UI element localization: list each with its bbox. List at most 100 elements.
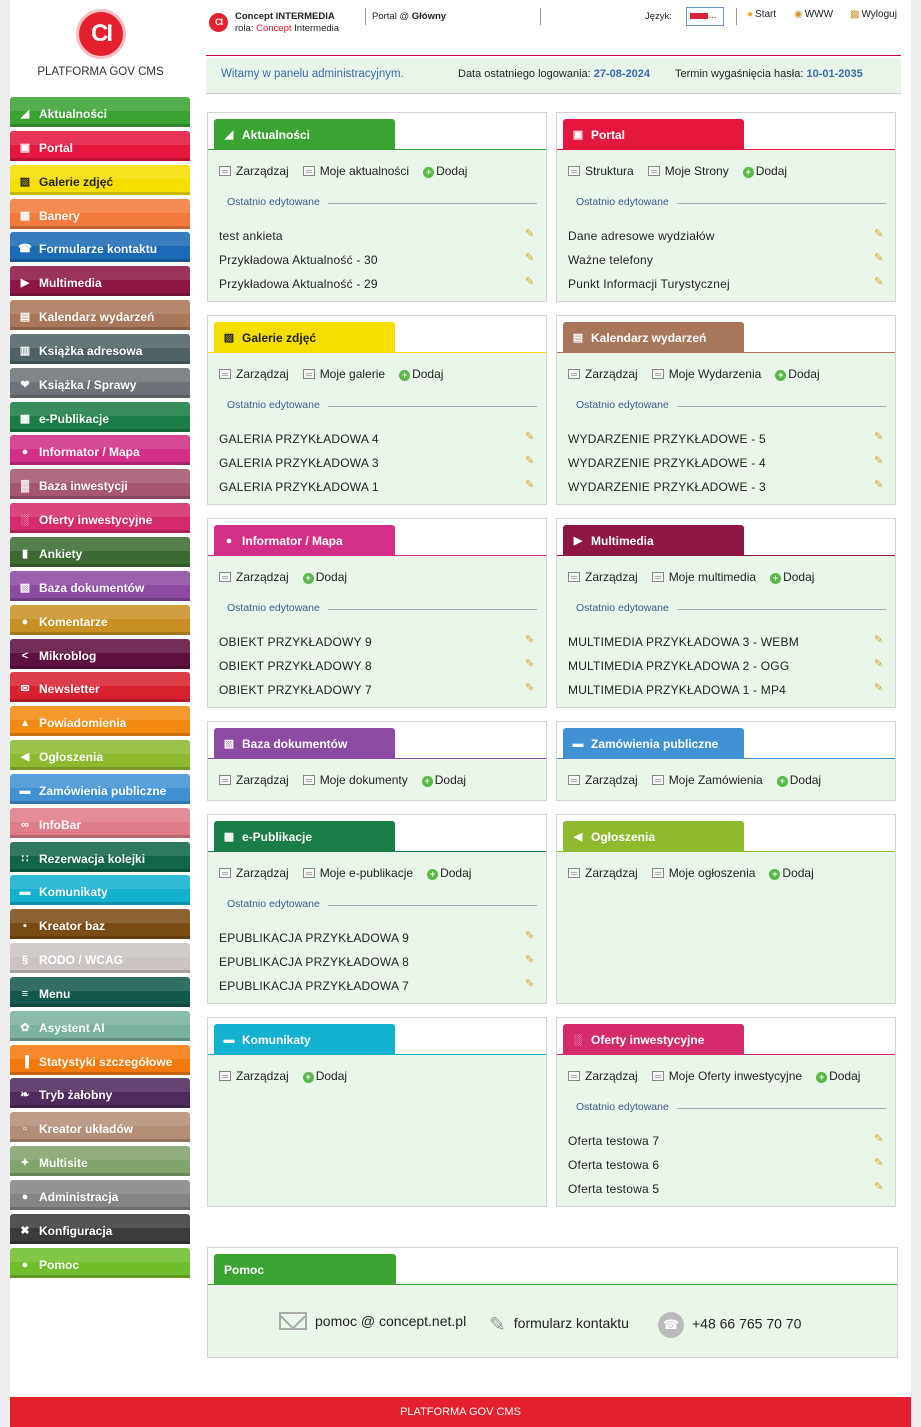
sidebar-item-1[interactable]: ▣ Portal	[10, 130, 190, 161]
panel-title-tab[interactable]: ● Informator / Mapa	[214, 525, 395, 556]
recent-item[interactable]: EPUBLIKACJA PRZYKŁADOWA 9 ✎	[219, 926, 536, 950]
sidebar-item-22[interactable]: ∷ Rezerwacja kolejki	[10, 841, 190, 872]
panel-title-tab[interactable]: ◀ Ogłoszenia	[563, 821, 744, 852]
sidebar-item-9[interactable]: ▩ e-Publikacje	[10, 401, 190, 432]
recent-item[interactable]: Przykładowa Aktualność - 29 ✎	[219, 272, 536, 296]
edit-icon[interactable]: ✎	[874, 659, 885, 670]
action-link[interactable]: Moje galerie	[302, 367, 385, 381]
recent-item[interactable]: MULTIMEDIA PRZYKŁADOWA 2 - OGG ✎	[568, 654, 885, 678]
add-button[interactable]: + Dodaj	[816, 1069, 860, 1083]
start-link[interactable]: ● Start	[747, 9, 776, 20]
edit-icon[interactable]: ✎	[525, 635, 536, 646]
action-link[interactable]: Moje e-publikacje	[302, 866, 413, 880]
panel-title-tab[interactable]: ▨ Galerie zdjęć	[214, 322, 395, 353]
sidebar-item-16[interactable]: < Mikroblog	[10, 638, 190, 669]
add-button[interactable]: + Dodaj	[775, 367, 820, 381]
sidebar-item-5[interactable]: ▶ Multimedia	[10, 266, 190, 297]
sidebar-item-32[interactable]: ● Administracja	[10, 1180, 190, 1210]
recent-item[interactable]: WYDARZENIE PRZYKŁADOWE - 3 ✎	[568, 475, 885, 499]
sidebar-item-33[interactable]: ✖ Konfiguracja	[10, 1213, 190, 1244]
edit-icon[interactable]: ✎	[525, 229, 536, 240]
recent-item[interactable]: EPUBLIKACJA PRZYKŁADOWA 8 ✎	[219, 950, 536, 974]
recent-item[interactable]: OBIEKT PRZYKŁADOWY 7 ✎	[219, 678, 536, 702]
sidebar-item-27[interactable]: ✿ Asystent AI	[10, 1010, 190, 1041]
logo[interactable]: CI PLATFORMA GOV CMS	[10, 0, 191, 95]
sidebar-item-4[interactable]: ☎ Formularze kontaktu	[10, 232, 190, 263]
recent-item[interactable]: OBIEKT PRZYKŁADOWY 8 ✎	[219, 654, 536, 678]
action-link[interactable]: Zarządzaj	[219, 866, 289, 880]
edit-icon[interactable]: ✎	[525, 456, 536, 467]
sidebar-item-10[interactable]: ● Informator / Mapa	[10, 435, 190, 466]
recent-item[interactable]: test ankieta ✎	[219, 224, 536, 248]
action-link[interactable]: Zarządzaj	[568, 1069, 638, 1083]
action-link[interactable]: Zarządzaj	[219, 1069, 289, 1083]
sidebar-item-25[interactable]: § RODO / WCAG	[10, 943, 190, 974]
add-button[interactable]: + Dodaj	[742, 164, 787, 178]
edit-icon[interactable]: ✎	[874, 432, 885, 443]
action-link[interactable]: Moje Oferty inwestycyjne	[651, 1069, 802, 1083]
logout-link[interactable]: ▩ Wyloguj	[850, 9, 897, 20]
sidebar-item-18[interactable]: ▲ Powiadomienia	[10, 706, 190, 737]
recent-item[interactable]: EPUBLIKACJA PRZYKŁADOWA 7 ✎	[219, 974, 536, 998]
edit-icon[interactable]: ✎	[874, 456, 885, 467]
add-button[interactable]: + Dodaj	[423, 164, 467, 178]
recent-item[interactable]: Punkt Informacji Turystycznej ✎	[568, 272, 885, 296]
sidebar-item-28[interactable]: ▐ Statystyki szczegółowe	[10, 1044, 190, 1075]
edit-icon[interactable]: ✎	[874, 277, 885, 288]
add-button[interactable]: + Dodaj	[769, 866, 814, 880]
edit-icon[interactable]: ✎	[874, 1158, 885, 1169]
add-button[interactable]: + Dodaj	[421, 773, 466, 787]
recent-item[interactable]: Przykładowa Aktualność - 30 ✎	[219, 248, 536, 272]
sidebar-item-17[interactable]: ✉ Newsletter	[10, 672, 190, 703]
edit-icon[interactable]: ✎	[525, 480, 536, 491]
add-button[interactable]: + Dodaj	[427, 866, 471, 880]
edit-icon[interactable]: ✎	[874, 253, 885, 264]
action-link[interactable]: Zarządzaj	[219, 164, 289, 178]
action-link[interactable]: Zarządzaj	[568, 367, 638, 381]
portal-selector[interactable]: Portal @ Główny	[372, 11, 446, 22]
edit-icon[interactable]: ✎	[525, 683, 536, 694]
add-button[interactable]: + Dodaj	[776, 773, 821, 787]
action-link[interactable]: Moje Wydarzenia	[651, 367, 761, 381]
action-link[interactable]: Zarządzaj	[219, 570, 289, 584]
action-link[interactable]: Zarządzaj	[219, 367, 289, 381]
recent-item[interactable]: WYDARZENIE PRZYKŁADOWE - 4 ✎	[568, 451, 885, 475]
panel-title-tab[interactable]: ▬ Zamówienia publiczne	[563, 728, 744, 759]
edit-icon[interactable]: ✎	[874, 229, 885, 240]
action-link[interactable]: Moje dokumenty	[302, 773, 408, 787]
panel-title-tab[interactable]: ▶ Multimedia	[563, 525, 744, 556]
recent-item[interactable]: OBIEKT PRZYKŁADOWY 9 ✎	[219, 630, 536, 654]
panel-title-tab[interactable]: ▣ Portal	[563, 119, 744, 150]
action-link[interactable]: Moje ogłoszenia	[651, 866, 755, 880]
recent-item[interactable]: Dane adresowe wydziałów ✎	[568, 224, 885, 248]
edit-icon[interactable]: ✎	[525, 659, 536, 670]
action-link[interactable]: Moje Zamówienia	[651, 773, 763, 787]
sidebar-item-30[interactable]: ▫ Kreator układów	[10, 1112, 190, 1143]
edit-icon[interactable]: ✎	[525, 955, 536, 966]
sidebar-item-21[interactable]: ∞ InfoBar	[10, 807, 190, 838]
sidebar-item-29[interactable]: ❧ Tryb żałobny	[10, 1078, 190, 1109]
sidebar-item-15[interactable]: ● Komentarze	[10, 604, 190, 635]
add-button[interactable]: + Dodaj	[770, 570, 814, 584]
action-link[interactable]: Moje aktualności	[302, 164, 409, 178]
sidebar-item-8[interactable]: ❤ Książka / Sprawy	[10, 367, 190, 398]
recent-item[interactable]: GALERIA PRZYKŁADOWA 1 ✎	[219, 475, 536, 499]
language-select[interactable]: ...	[686, 7, 724, 26]
add-button[interactable]: + Dodaj	[399, 367, 443, 381]
sidebar-item-13[interactable]: ▮ Ankiety	[10, 536, 190, 567]
recent-item[interactable]: Oferta testowa 7 ✎	[568, 1129, 885, 1153]
action-link[interactable]: Struktura	[568, 164, 634, 178]
action-link[interactable]: Zarządzaj	[568, 773, 638, 787]
sidebar-item-6[interactable]: ▤ Kalendarz wydarzeń	[10, 300, 190, 331]
edit-icon[interactable]: ✎	[874, 683, 885, 694]
sidebar-item-11[interactable]: ▓ Baza inwestycji	[10, 469, 190, 500]
sidebar-item-19[interactable]: ◀ Ogłoszenia	[10, 740, 190, 771]
recent-item[interactable]: WYDARZENIE PRZYKŁADOWE - 5 ✎	[568, 427, 885, 451]
panel-title-tab[interactable]: ▬ Komunikaty	[214, 1024, 395, 1055]
edit-icon[interactable]: ✎	[874, 1182, 885, 1193]
action-link[interactable]: Moje Strony	[647, 164, 729, 178]
sidebar-item-23[interactable]: ▬ Komunikaty	[10, 875, 190, 906]
recent-item[interactable]: MULTIMEDIA PRZYKŁADOWA 3 - WEBM ✎	[568, 630, 885, 654]
sidebar-item-12[interactable]: ░ Oferty inwestycyjne	[10, 503, 190, 534]
action-link[interactable]: Moje multimedia	[651, 570, 756, 584]
